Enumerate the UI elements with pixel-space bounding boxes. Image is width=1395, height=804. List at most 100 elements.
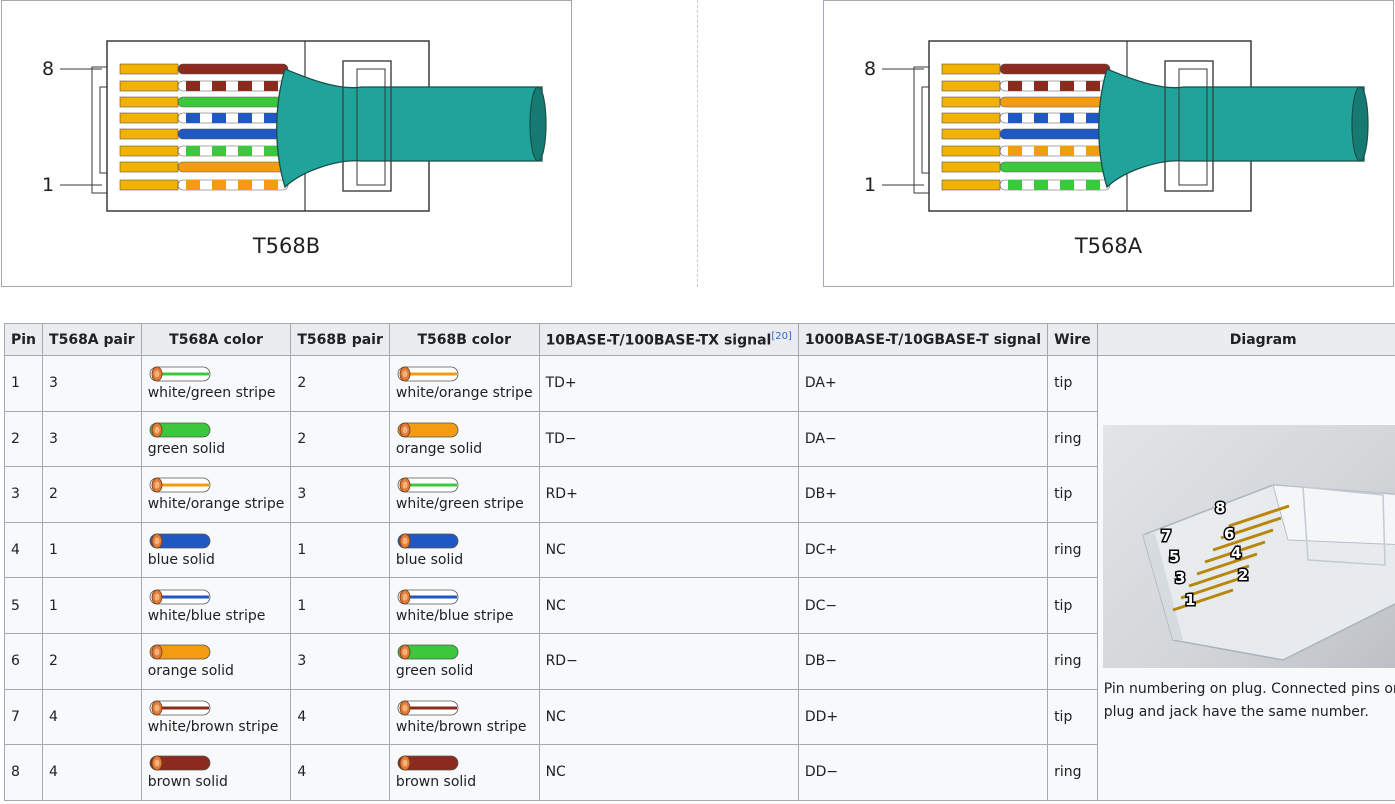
pin-1-label: 1 — [42, 174, 54, 196]
t568a-pair-cell: 4 — [42, 744, 142, 801]
wire-swatch-white-green-stripe — [148, 364, 285, 384]
t568b-color-cell: white/green stripe — [388, 466, 540, 523]
pin-cell: 8 — [3, 744, 44, 801]
diagram-caption: Pin numbering on plug. Connected pins on… — [1103, 681, 1395, 720]
header-10base-label: 10BASE-T/100BASE-TX signal — [545, 332, 772, 349]
t568b-plug-illustration: 81 — [42, 40, 547, 212]
wire-color-label: white/green stripe — [147, 385, 276, 402]
wire-color-label: orange solid — [147, 663, 234, 680]
wire-cell: tip — [1047, 688, 1098, 746]
wire-white-blue-stripe — [119, 112, 289, 124]
wire-swatch-orange-solid — [148, 642, 285, 662]
wire-color-label: blue solid — [395, 552, 464, 569]
pinout-table: Pin T568A pair T568A color T568B pair T5… — [3, 323, 1395, 801]
wire-color-label: white/blue stripe — [395, 607, 514, 624]
t568a-pair-cell: 1 — [42, 577, 142, 634]
t568a-diagram-panel: 81 T568A — [823, 0, 1394, 287]
t568b-color-cell: white/orange stripe — [388, 355, 540, 412]
1000base-signal-cell: DA+ — [797, 355, 1049, 412]
wire-blue-solid — [119, 128, 289, 140]
wire-color-label: orange solid — [395, 440, 483, 457]
t568b-pair-cell: 1 — [290, 521, 390, 579]
t568a-pair-cell: 1 — [42, 521, 142, 579]
t568b-color-cell: white/brown stripe — [388, 688, 540, 746]
10base-signal-cell: NC — [538, 521, 799, 579]
t568a-color-cell: green solid — [140, 410, 292, 468]
t568b-pair-cell: 4 — [290, 688, 390, 746]
header-t568b-color: T568B color — [388, 323, 540, 356]
t568b-color-cell: blue solid — [388, 521, 540, 579]
wire-cell: tip — [1047, 577, 1098, 634]
wire-cell: ring — [1047, 521, 1098, 579]
10base-signal-cell: NC — [538, 577, 799, 634]
wire-color-label: white/brown stripe — [147, 718, 279, 735]
pin-cell: 3 — [3, 466, 44, 523]
wire-swatch-blue-solid — [148, 531, 285, 551]
header-wire: Wire — [1047, 323, 1098, 356]
pin-cell: 4 — [3, 521, 44, 579]
wire-white-orange-stripe — [941, 145, 1111, 157]
1000base-signal-cell: DB+ — [797, 466, 1049, 523]
wire-brown-solid — [941, 63, 1111, 75]
wire-swatch-white-blue-stripe — [148, 587, 285, 607]
1000base-signal-cell: DD− — [797, 744, 1049, 801]
t568a-pair-cell: 2 — [42, 466, 142, 523]
photo-pin-label: 3 — [1175, 569, 1185, 587]
wire-swatch-white-green-stripe — [396, 475, 533, 495]
header-t568a-pair: T568A pair — [42, 323, 142, 356]
rj45-plug-photo[interactable]: 1 2 3 4 5 6 7 8 — [1102, 425, 1395, 668]
t568b-pair-cell: 4 — [290, 744, 390, 801]
wire-swatch-white-orange-stripe — [148, 475, 285, 495]
10base-signal-cell: TD+ — [538, 355, 799, 412]
wire-color-label: white/orange stripe — [147, 496, 285, 513]
photo-pin-label: 2 — [1238, 566, 1248, 584]
pin-cell: 6 — [3, 632, 44, 690]
wire-color-label: white/blue stripe — [147, 607, 266, 624]
wire-swatch-white-blue-stripe — [396, 587, 533, 607]
wire-color-label: white/brown stripe — [395, 718, 527, 735]
header-1000base-signal: 1000BASE-T/10GBASE-T signal — [797, 323, 1049, 356]
1000base-signal-cell: DB− — [797, 632, 1049, 690]
t568b-diagram-panel: 81 T568B — [1, 0, 572, 287]
t568b-pair-cell: 2 — [290, 355, 390, 412]
diagram-cell: 1 2 3 4 5 6 7 8 Pin numbering on plug. Connected… — [1096, 355, 1395, 801]
wire-blue-solid — [941, 128, 1111, 140]
t568a-color-cell: brown solid — [140, 744, 292, 801]
pin-8-label: 8 — [42, 58, 54, 80]
wire-cell: ring — [1047, 632, 1098, 690]
t568a-color-cell: white/blue stripe — [140, 577, 292, 634]
wire-swatch-brown-solid — [396, 753, 533, 773]
wire-orange-solid — [941, 96, 1111, 108]
t568b-pair-cell: 3 — [290, 466, 390, 523]
photo-pin-label: 5 — [1169, 548, 1179, 566]
wire-white-green-stripe — [119, 145, 289, 157]
10base-signal-cell: RD− — [538, 632, 799, 690]
wire-swatch-blue-solid — [396, 531, 533, 551]
pin-1-label: 1 — [864, 174, 876, 196]
pin-8-label: 8 — [864, 58, 876, 80]
10base-signal-cell: RD+ — [538, 466, 799, 523]
t568a-color-cell: blue solid — [140, 521, 292, 579]
t568b-pair-cell: 2 — [290, 410, 390, 468]
t568a-color-cell: orange solid — [140, 632, 292, 690]
wire-green-solid — [941, 161, 1111, 173]
reference-link[interactable]: [20] — [771, 331, 792, 342]
wire-color-label: white/orange stripe — [395, 385, 533, 402]
10base-signal-cell: TD− — [538, 410, 799, 468]
wire-color-label: brown solid — [147, 774, 228, 791]
header-10base-signal: 10BASE-T/100BASE-TX signal[20] — [538, 323, 799, 356]
t568b-color-cell: white/blue stripe — [388, 577, 540, 634]
photo-pin-label: 6 — [1224, 525, 1234, 543]
wire-swatch-brown-solid — [148, 753, 285, 773]
t568a-pair-cell: 3 — [42, 410, 142, 468]
t568a-color-cell: white/green stripe — [140, 355, 292, 412]
wire-white-orange-stripe — [119, 179, 289, 191]
wire-white-green-stripe — [941, 179, 1111, 191]
10base-signal-cell: NC — [538, 744, 799, 801]
photo-pin-label: 8 — [1215, 499, 1225, 517]
wire-swatch-green-solid — [148, 420, 285, 440]
t568a-pair-cell: 2 — [42, 632, 142, 690]
header-t568b-pair: T568B pair — [290, 323, 390, 356]
t568b-pair-cell: 3 — [290, 632, 390, 690]
t568b-pair-cell: 1 — [290, 577, 390, 634]
